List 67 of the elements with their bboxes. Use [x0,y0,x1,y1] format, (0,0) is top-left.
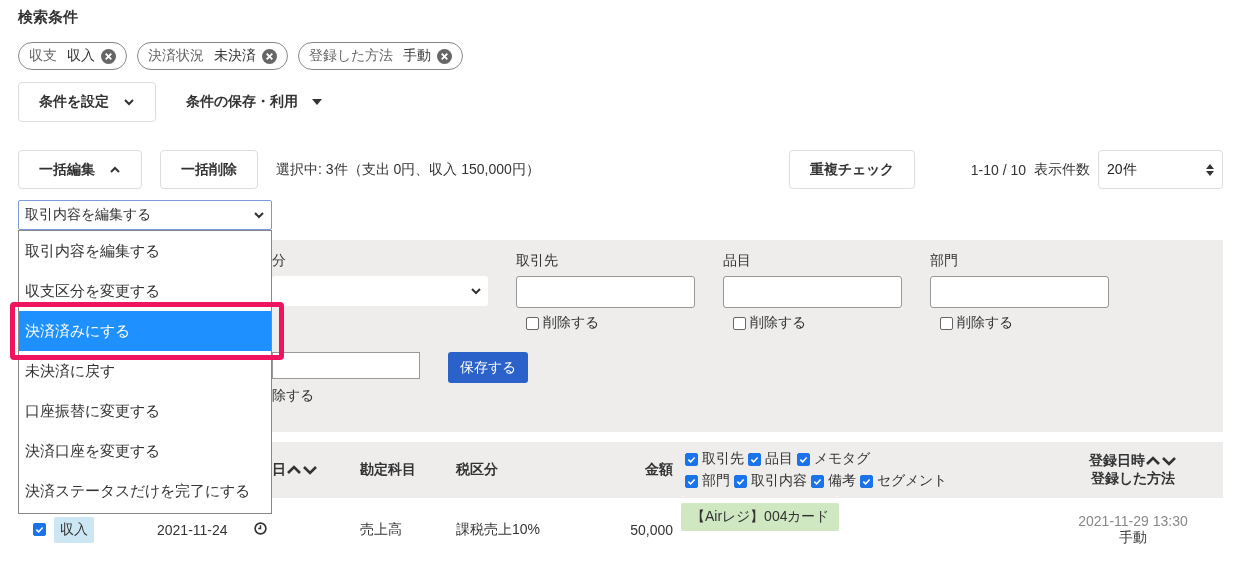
remove-icon[interactable] [262,48,277,64]
checkbox[interactable] [734,474,747,488]
bulk-delete-button[interactable]: 一括削除 [160,150,258,189]
column-header: 税区分 [454,461,499,479]
column-toggle[interactable]: 品目 [748,450,793,468]
table-cell-text: 売上高 [359,520,403,539]
duplicate-check-button[interactable]: 重複チェック [788,150,915,189]
chevron-icon [123,96,135,108]
checkbox[interactable] [748,452,761,466]
input-field[interactable] [516,276,695,308]
field-label: 品目 [723,252,752,270]
per-page-label: 表示件数 [1034,160,1090,179]
column-toggle[interactable]: セグメント [860,472,947,490]
checkbox[interactable] [685,474,698,488]
delete-checkbox-label[interactable]: 削除する [733,314,902,332]
field-label: 分 [272,252,287,270]
delete-label: 除する [272,387,315,405]
column-header: 登録した方法 [1091,470,1175,488]
field-label: 取引先 [516,252,559,270]
column-toggle[interactable]: メモタグ [797,450,870,468]
delete-checkbox-label[interactable]: 削除する [940,314,1109,332]
input-field[interactable] [723,276,902,308]
table-cell-text: 2021-11-24 [156,521,229,538]
checkbox[interactable] [940,316,953,330]
checkbox[interactable] [733,316,746,330]
column-toggle[interactable]: 部門 [685,472,730,490]
column-toggle[interactable]: 取引先 [685,450,744,468]
set-conditions-button[interactable]: 条件を設定 [18,82,156,122]
sort-icon[interactable] [1145,454,1177,468]
select-field[interactable] [272,276,488,306]
stepper-icon [1206,163,1214,176]
column-header: 日 [272,461,286,479]
per-page-select[interactable]: 20件 [1098,150,1223,189]
checkbox[interactable] [526,316,539,330]
remove-icon[interactable] [101,48,116,64]
remove-icon[interactable] [437,48,452,64]
input-field[interactable] [930,276,1109,308]
selection-summary: 選択中: 3件（支出 0円、収入 150,000円） [276,160,540,179]
type-tag: 収入 [54,516,94,543]
caret-icon [312,99,322,105]
checkbox[interactable] [860,474,873,488]
checkbox[interactable] [811,474,824,488]
column-header: 登録日時 [1089,452,1145,470]
memo-tag: 【Airレジ】004カード [681,503,840,531]
checkbox[interactable] [797,452,810,466]
chevron-icon [470,285,482,297]
checkbox[interactable] [33,523,46,536]
delete-checkbox-label[interactable]: 削除する [526,314,695,332]
table-cell-text: 課税売上10% [455,520,542,539]
column-header: 勘定科目 [359,461,417,479]
input-field[interactable] [272,352,420,379]
table-cell-text: 50,000 [629,521,673,538]
bulk-edit-button[interactable]: 一括編集 [18,150,142,189]
table-cell: 2021-11-29 13:30 [1078,512,1188,529]
save-button[interactable]: 保存する [448,352,528,383]
action-select[interactable]: 取引内容を編集する [18,200,272,230]
column-toggle[interactable]: 取引内容 [734,472,807,490]
clock-icon[interactable] [254,521,267,535]
checkbox[interactable] [685,452,698,466]
column-header: 金額 [644,461,673,479]
chevron-icon [253,209,265,221]
sort-icon[interactable] [286,463,318,477]
field-label: 部門 [930,252,959,270]
section-title: 検索条件 [18,8,79,27]
page-range: 1-10 / 10 [970,161,1026,178]
column-toggle[interactable]: 備考 [811,472,856,490]
table-cell: 手動 [1119,528,1147,547]
